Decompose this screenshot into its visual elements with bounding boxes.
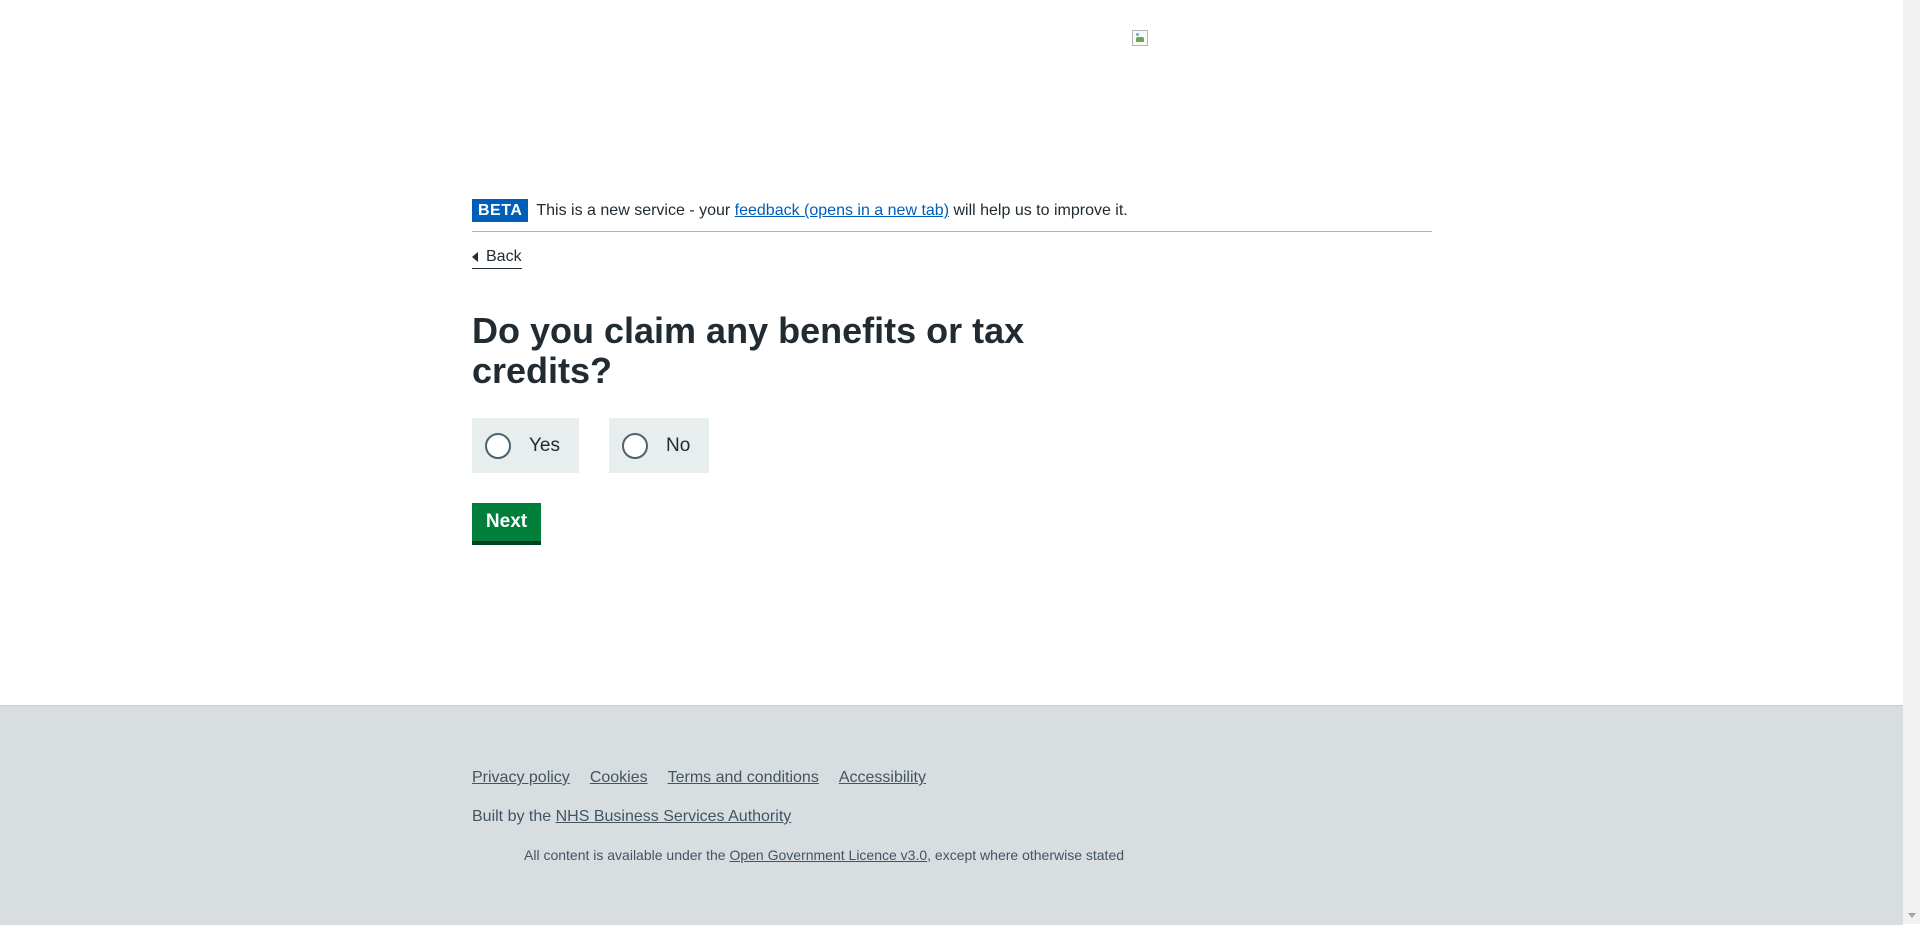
radio-yes-label[interactable]: Yes [529, 435, 560, 457]
feedback-link[interactable]: feedback (opens in a new tab) [735, 202, 949, 219]
footer: Privacy policy Cookies Terms and conditi… [0, 705, 1903, 925]
page-body: BETA This is a new service - your feedba… [0, 0, 1903, 705]
back-link-label: Back [486, 248, 522, 265]
radio-no-label[interactable]: No [666, 435, 690, 457]
page-title: Do you claim any benefits or tax credits… [472, 310, 1025, 391]
radio-circle-icon[interactable] [485, 432, 511, 459]
footer-link-privacy-policy[interactable]: Privacy policy [472, 769, 570, 787]
back-link[interactable]: Back [472, 246, 522, 269]
broken-image-icon [1132, 30, 1148, 46]
phase-banner-text: This is a new service - your feedback (o… [536, 199, 1127, 223]
footer-link-accessibility[interactable]: Accessibility [839, 769, 926, 787]
ogl-link[interactable]: Open Government Licence v3.0 [729, 847, 927, 863]
radio-yes[interactable]: Yes [472, 418, 579, 473]
footer-links: Privacy policy Cookies Terms and conditi… [472, 769, 926, 787]
chevron-left-icon [472, 252, 478, 262]
footer-link-terms[interactable]: Terms and conditions [668, 769, 819, 787]
phase-banner: BETA This is a new service - your feedba… [472, 199, 1432, 232]
next-button[interactable]: Next [472, 503, 541, 541]
beta-tag: BETA [472, 199, 529, 222]
licence-text: All content is available under the Open … [524, 847, 1124, 863]
phase-banner-text-after: will help us to improve it. [949, 202, 1128, 219]
licence-suffix: , except where otherwise stated [927, 847, 1125, 863]
nhsbsa-link[interactable]: NHS Business Services Authority [556, 808, 792, 825]
scroll-down-arrow-icon[interactable] [1908, 913, 1916, 918]
built-by-text: Built by the NHS Business Services Autho… [472, 808, 791, 826]
footer-link-cookies[interactable]: Cookies [590, 769, 648, 787]
vertical-scrollbar[interactable] [1903, 0, 1920, 924]
radio-circle-icon[interactable] [622, 432, 648, 459]
built-by-prefix: Built by the [472, 808, 556, 825]
phase-banner-text-before: This is a new service - your [536, 202, 735, 219]
radio-no[interactable]: No [609, 418, 709, 473]
licence-prefix: All content is available under the [524, 847, 730, 863]
